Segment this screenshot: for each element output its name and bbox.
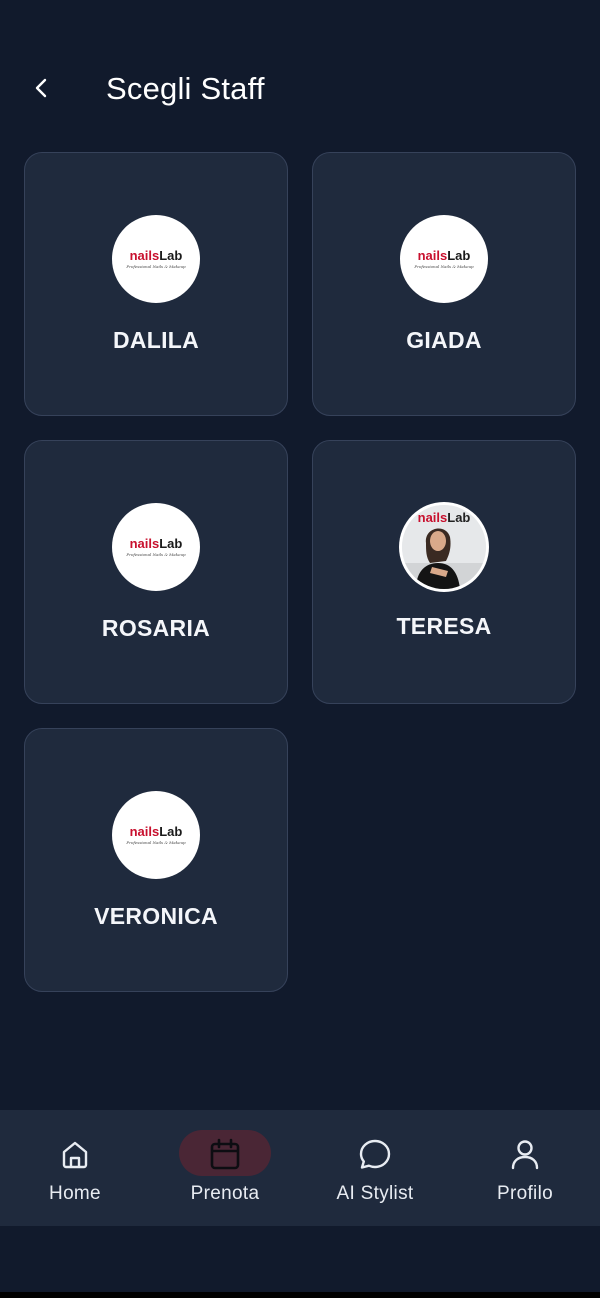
staff-card-teresa[interactable]: nailsLab TERESA xyxy=(312,440,576,704)
staff-card-rosaria[interactable]: nailsLab Professional Nails & Makeup ROS… xyxy=(24,440,288,704)
nav-label: Prenota xyxy=(190,1183,260,1204)
bottom-navigation: Home Prenota AI Stylist Profilo xyxy=(0,1110,600,1226)
staff-name: ROSARIA xyxy=(101,615,211,641)
nav-label: AI Stylist xyxy=(336,1183,414,1204)
staff-card-giada[interactable]: nailsLab Professional Nails & Makeup GIA… xyxy=(312,152,576,416)
staff-grid: nailsLab Professional Nails & Makeup DAL… xyxy=(24,152,576,992)
chat-bubble-icon xyxy=(359,1139,391,1169)
nailslab-logo: nailsLab Professional Nails & Makeup xyxy=(414,248,474,269)
staff-name: TERESA xyxy=(396,613,492,639)
calendar-icon xyxy=(210,1138,240,1170)
staff-avatar-logo: nailsLab Professional Nails & Makeup xyxy=(112,791,200,879)
nav-label: Profilo xyxy=(497,1183,553,1204)
nailslab-logo: nailsLab Professional Nails & Makeup xyxy=(126,536,186,557)
page-title: Scegli Staff xyxy=(106,71,265,106)
staff-card-veronica[interactable]: nailsLab Professional Nails & Makeup VER… xyxy=(24,728,288,992)
staff-photo: nailsLab xyxy=(402,505,486,589)
staff-avatar-logo: nailsLab Professional Nails & Makeup xyxy=(112,503,200,591)
back-button[interactable] xyxy=(22,68,62,108)
staff-avatar-photo: nailsLab xyxy=(402,505,486,589)
staff-name: DALILA xyxy=(112,327,200,353)
staff-avatar-logo: nailsLab Professional Nails & Makeup xyxy=(112,215,200,303)
nav-item-ai-stylist[interactable]: AI Stylist xyxy=(300,1110,450,1226)
nav-item-home[interactable]: Home xyxy=(0,1110,150,1226)
nav-item-prenota[interactable]: Prenota xyxy=(150,1110,300,1226)
home-icon xyxy=(62,1141,88,1169)
user-icon xyxy=(511,1140,539,1170)
nav-item-profilo[interactable]: Profilo xyxy=(450,1110,600,1226)
nailslab-logo: nailsLab Professional Nails & Makeup xyxy=(126,248,186,269)
staff-name: VERONICA xyxy=(94,903,218,929)
staff-avatar-logo: nailsLab Professional Nails & Makeup xyxy=(400,215,488,303)
svg-text:nailsLab: nailsLab xyxy=(418,510,471,525)
chevron-left-icon xyxy=(35,78,47,98)
staff-card-dalila[interactable]: nailsLab Professional Nails & Makeup DAL… xyxy=(24,152,288,416)
staff-name: GIADA xyxy=(406,327,482,353)
nav-label: Home xyxy=(49,1183,101,1204)
nailslab-logo: nailsLab Professional Nails & Makeup xyxy=(126,824,186,845)
system-bar xyxy=(0,1292,600,1298)
